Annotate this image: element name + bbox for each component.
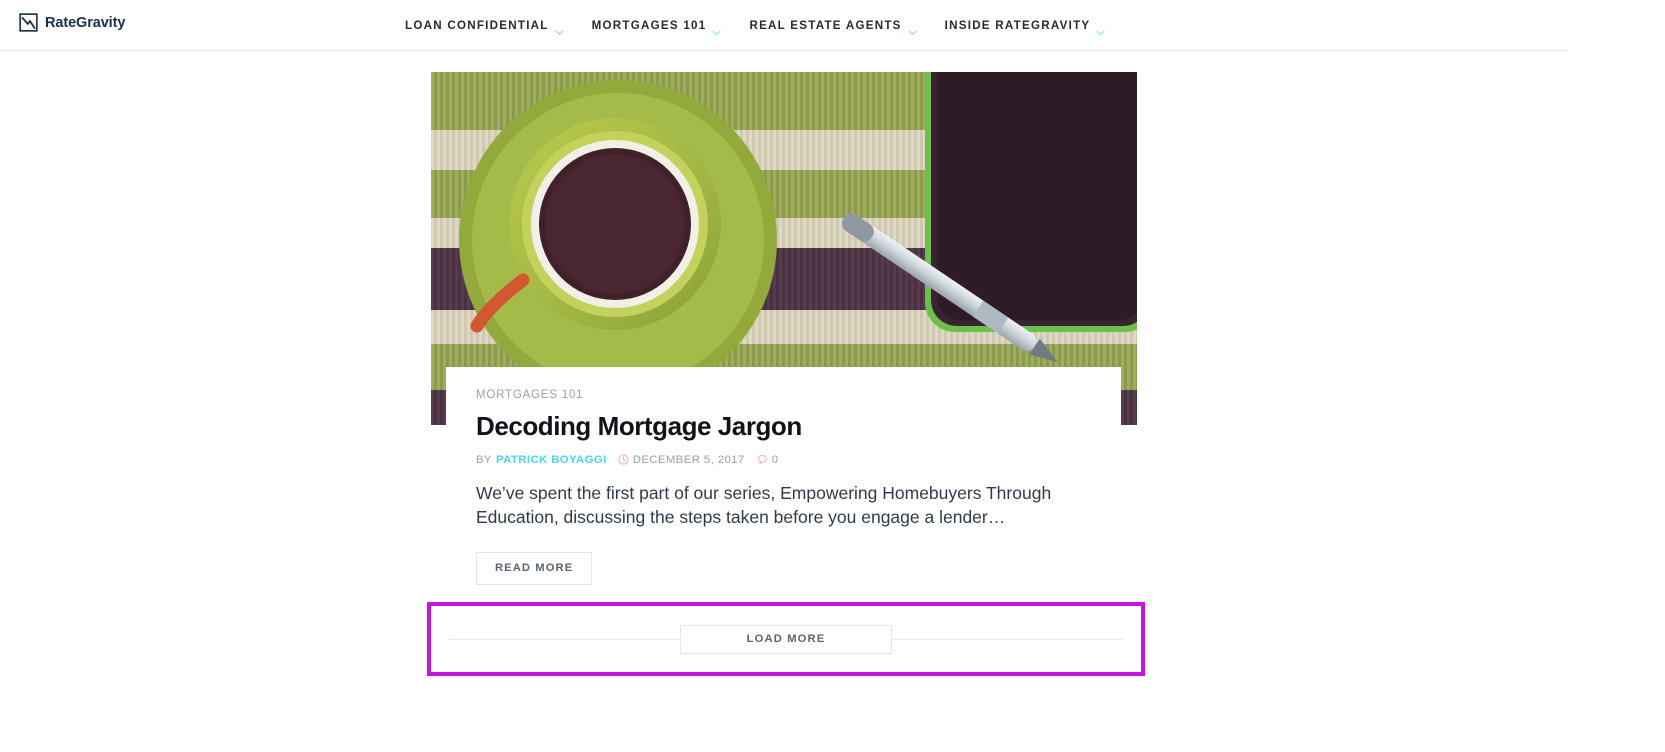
nav-item-label: MORTGAGES 101 xyxy=(591,19,707,32)
nav-item-inside-rategravity[interactable]: INSIDE RATEGRAVITY xyxy=(945,0,1106,51)
brand-logo-link[interactable]: RateGravity xyxy=(19,13,125,32)
load-more-region-highlight: LOAD MORE xyxy=(427,602,1145,676)
nav-item-label: INSIDE RATEGRAVITY xyxy=(944,19,1091,32)
divider-right xyxy=(892,638,1123,640)
chevron-down-icon xyxy=(1096,23,1105,35)
article-card-body: MORTGAGES 101 Decoding Mortgage Jargon B… xyxy=(446,367,1121,603)
meta-by-label: BY xyxy=(476,453,492,466)
article-author-link[interactable]: PATRICK BOYAGGI xyxy=(496,454,607,466)
article-meta: BY PATRICK BOYAGGI DECEMBER 5, 2017 0 xyxy=(476,454,1097,466)
chevron-down-icon xyxy=(555,23,564,35)
nav-item-mortgages-101[interactable]: MORTGAGES 101 xyxy=(592,0,722,51)
brand-name: RateGravity xyxy=(45,14,126,31)
load-more-inner: LOAD MORE xyxy=(431,624,1141,654)
speech-bubble-icon xyxy=(757,454,768,465)
chevron-down-icon xyxy=(908,23,917,35)
clock-icon xyxy=(618,454,629,465)
read-more-button[interactable]: READ MORE xyxy=(476,551,593,585)
article-comment-count: 0 xyxy=(771,453,779,466)
divider-left xyxy=(449,638,680,640)
article-date: DECEMBER 5, 2017 xyxy=(632,453,745,466)
article-excerpt: We’ve spent the first part of our series… xyxy=(476,482,1052,527)
nav-item-real-estate-agents[interactable]: REAL ESTATE AGENTS xyxy=(749,0,917,51)
nav-item-loan-confidential[interactable]: LOAN CONFIDENTIAL xyxy=(405,0,564,51)
main-navigation: LOAN CONFIDENTIAL MORTGAGES 101 REAL EST… xyxy=(405,0,1105,51)
article-category[interactable]: MORTGAGES 101 xyxy=(476,389,1097,401)
nav-item-label: LOAN CONFIDENTIAL xyxy=(405,19,549,32)
article-title[interactable]: Decoding Mortgage Jargon xyxy=(476,411,1097,442)
chevron-down-icon xyxy=(712,23,722,35)
load-more-button[interactable]: LOAD MORE xyxy=(680,624,892,654)
page-root: RateGravity LOAN CONFIDENTIAL MORTGAGES … xyxy=(0,0,1665,752)
chart-square-icon xyxy=(19,13,38,32)
nav-item-label: REAL ESTATE AGENTS xyxy=(749,19,902,32)
site-header: RateGravity LOAN CONFIDENTIAL MORTGAGES … xyxy=(0,0,1568,51)
